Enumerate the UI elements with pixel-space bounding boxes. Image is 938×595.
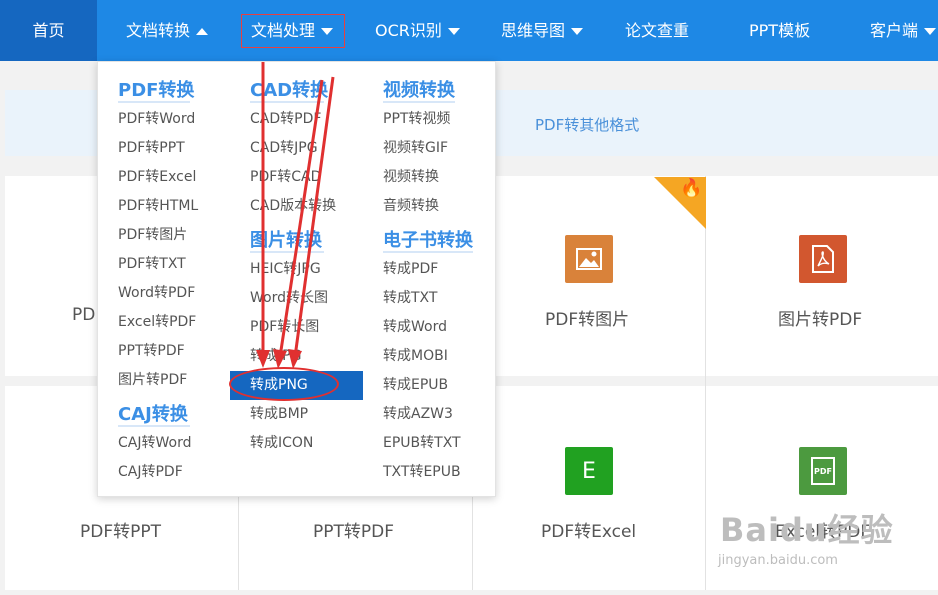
watermark-brand: Baidu经验 [720, 511, 894, 549]
arrow-heads [256, 349, 302, 369]
arrow-head [288, 349, 302, 369]
arrow-head [256, 350, 270, 368]
arrow-lines [261, 62, 335, 358]
highlight-ellipse [229, 367, 339, 401]
arrow-head [273, 349, 287, 369]
watermark-url: jingyan.baidu.com [718, 553, 838, 568]
